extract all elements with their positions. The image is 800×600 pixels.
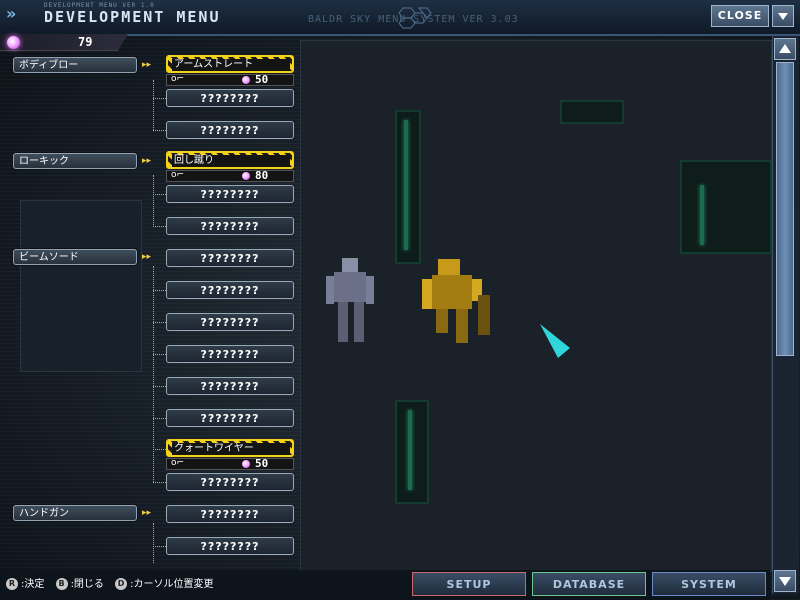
arrow-right-icon: ▸▸ xyxy=(142,252,152,262)
minimize-button[interactable] xyxy=(772,5,794,27)
point-orb-icon xyxy=(242,76,250,84)
chevron-up-icon xyxy=(779,44,791,53)
title-bar: » DEVELOPMENT MENU VER 1.0 DEVELOPMENT M… xyxy=(0,0,800,36)
point-orb-icon xyxy=(242,172,250,180)
skill-cost-value: 50 xyxy=(255,73,269,86)
close-button[interactable]: CLOSE xyxy=(711,5,769,27)
skill-category-beam-sword[interactable]: ビームソード xyxy=(13,249,137,265)
skill-node-locked[interactable]: ???????? xyxy=(166,281,294,299)
background-glow xyxy=(408,410,412,490)
points-value: 79 xyxy=(78,35,93,49)
chevron-down-icon xyxy=(779,577,791,586)
target-cursor-icon xyxy=(540,324,570,358)
background-pipe xyxy=(395,400,429,504)
system-button[interactable]: SYSTEM xyxy=(652,572,766,596)
skill-node-label: 回し蹴り xyxy=(172,155,290,167)
scrollbar-thumb[interactable] xyxy=(776,62,794,356)
tree-connector xyxy=(153,98,166,99)
key-icon: o⌐ xyxy=(171,458,185,468)
background-pipe xyxy=(560,100,624,124)
chevron-down-icon xyxy=(778,13,788,20)
hint-close: :閉じる xyxy=(70,579,104,590)
point-orb-icon xyxy=(7,36,20,49)
arrow-right-icon: ▸▸ xyxy=(142,508,152,518)
skill-node-locked[interactable]: ???????? xyxy=(166,409,294,427)
skill-node-locked[interactable]: ???????? xyxy=(166,473,294,491)
tree-connector xyxy=(153,546,166,547)
control-hints: R:決定 B:閉じる D:カーソル位置変更 xyxy=(6,578,214,592)
arrow-right-icon: ▸▸ xyxy=(142,60,152,70)
background-pipe xyxy=(680,160,772,254)
background-glow xyxy=(404,120,408,250)
skill-cost-value: 80 xyxy=(255,169,269,182)
key-icon: o⌐ xyxy=(171,170,185,180)
d-button-icon: D xyxy=(115,578,128,590)
skill-node-label: アームストレート xyxy=(172,59,290,71)
setup-button[interactable]: SETUP xyxy=(412,572,526,596)
tree-connector xyxy=(153,175,154,225)
skill-node-locked[interactable]: ???????? xyxy=(166,121,294,139)
skill-node-locked[interactable]: ???????? xyxy=(166,377,294,395)
game-screen: » DEVELOPMENT MENU VER 1.0 DEVELOPMENT M… xyxy=(0,0,800,600)
tree-connector xyxy=(153,322,166,323)
tree-connector xyxy=(153,386,166,387)
skill-cost-value: 50 xyxy=(255,457,269,470)
background-panel xyxy=(20,200,142,372)
skill-node-locked[interactable]: ???????? xyxy=(166,249,294,267)
tree-connector xyxy=(153,418,166,419)
skill-node-locked[interactable]: ???????? xyxy=(166,505,294,523)
skill-node-locked[interactable]: ???????? xyxy=(166,313,294,331)
tree-connector xyxy=(153,194,166,195)
skill-cost-bar xyxy=(166,458,294,470)
hexagon-logo-icon xyxy=(398,7,432,29)
r-button-icon: R xyxy=(6,578,18,590)
background-pipe xyxy=(395,110,421,264)
background-glow xyxy=(700,185,704,245)
skill-node-locked[interactable]: ???????? xyxy=(166,217,294,235)
tree-connector xyxy=(153,80,154,130)
skill-cost-bar xyxy=(166,74,294,86)
tree-connector xyxy=(153,523,154,563)
skill-node-locked[interactable]: ???????? xyxy=(166,537,294,555)
tree-connector xyxy=(153,290,166,291)
point-orb-icon xyxy=(242,460,250,468)
skill-node-locked[interactable]: ???????? xyxy=(166,185,294,203)
arrow-right-icon: ▸▸ xyxy=(142,156,152,166)
scroll-down-button[interactable] xyxy=(774,570,796,592)
hint-confirm: :決定 xyxy=(21,579,45,590)
skill-node-locked[interactable]: ???????? xyxy=(166,345,294,363)
scroll-up-button[interactable] xyxy=(774,38,796,60)
skill-cost-bar xyxy=(166,170,294,182)
tree-connector xyxy=(153,449,166,450)
hint-move-cursor: :カーソル位置変更 xyxy=(130,579,214,590)
b-button-icon: B xyxy=(55,578,68,590)
tree-connector xyxy=(153,354,166,355)
database-button[interactable]: DATABASE xyxy=(532,572,646,596)
skill-category-low-kick[interactable]: ローキック xyxy=(13,153,137,169)
tree-connector xyxy=(153,130,166,131)
tree-connector xyxy=(153,226,166,227)
key-icon: o⌐ xyxy=(171,74,185,84)
enemy-robot-sprite xyxy=(326,258,374,342)
skill-category-handgun[interactable]: ハンドガン xyxy=(13,505,137,521)
page-title: DEVELOPMENT MENU xyxy=(44,8,221,26)
skill-node-locked[interactable]: ???????? xyxy=(166,89,294,107)
skill-category-body-blow[interactable]: ボディブロー xyxy=(13,57,137,73)
player-mech-sprite xyxy=(422,259,490,343)
tree-connector xyxy=(153,482,166,483)
menu-arrow-icon: » xyxy=(6,4,17,23)
skill-node-label: クォートワイヤー xyxy=(172,443,290,455)
